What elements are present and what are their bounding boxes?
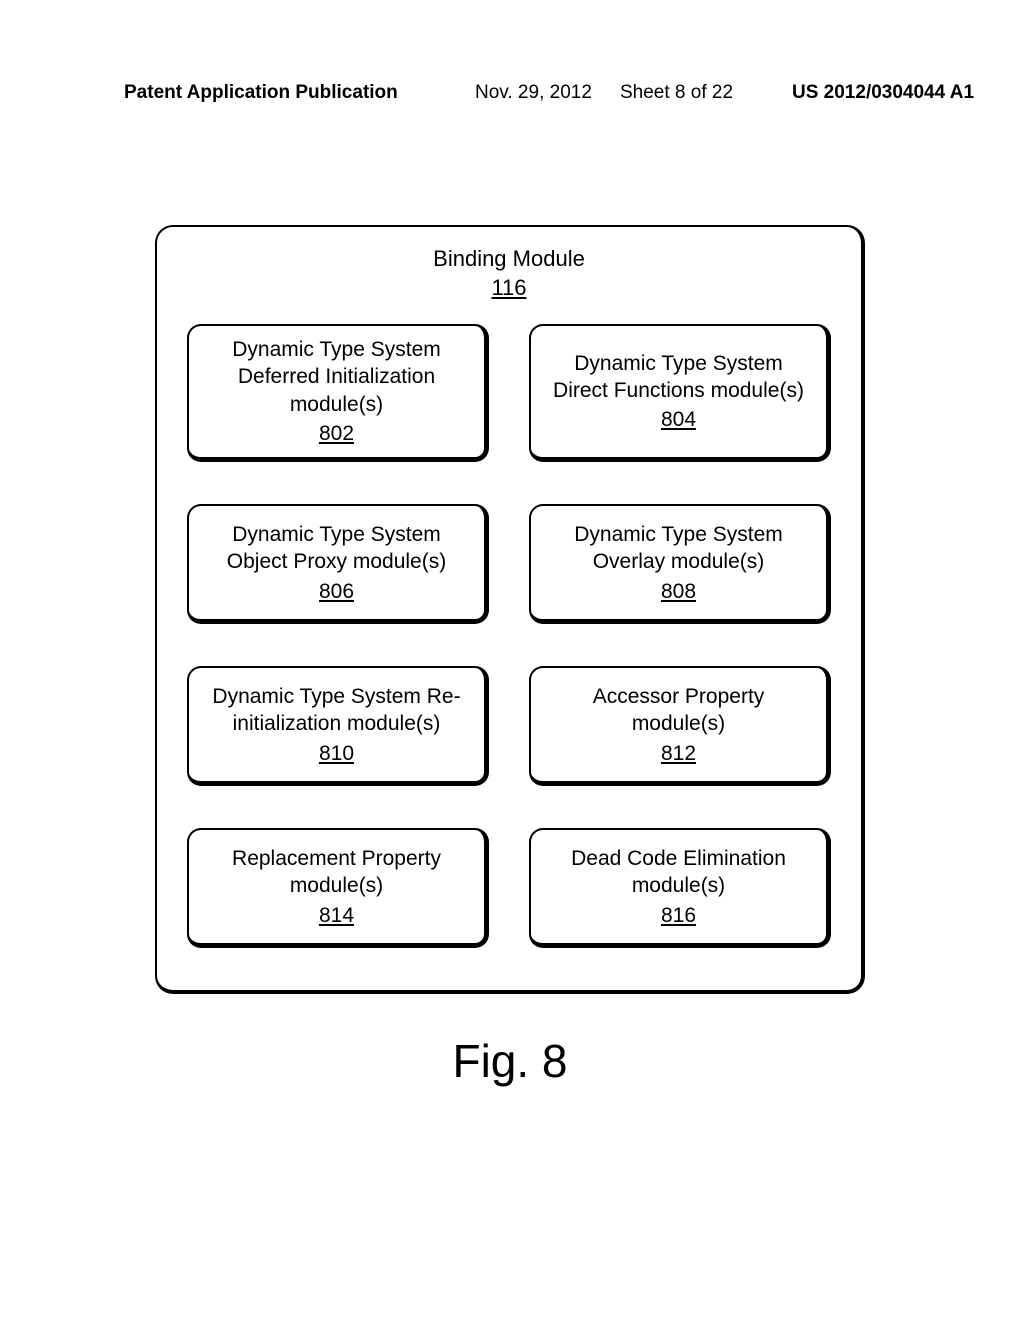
module-ref: 802 [199, 420, 474, 447]
module-804: Dynamic Type System Direct Functions mod… [529, 324, 831, 462]
module-ref: 814 [199, 902, 474, 929]
module-816: Dead Code Elimination module(s) 816 [529, 828, 831, 948]
binding-module-box: Binding Module 116 Dynamic Type System D… [155, 225, 865, 994]
module-line: Dynamic Type System [541, 350, 816, 377]
page: Patent Application Publication Nov. 29, … [0, 0, 1024, 1320]
module-line: Dead Code Elimination [541, 845, 816, 872]
module-ref: 808 [541, 578, 816, 605]
module-line: Object Proxy module(s) [199, 548, 474, 575]
module-ref: 816 [541, 902, 816, 929]
binding-module-title-text: Binding Module [187, 245, 831, 274]
module-line: Deferred Initialization [199, 363, 474, 390]
diagram-area: Binding Module 116 Dynamic Type System D… [155, 225, 865, 1088]
module-line: Direct Functions module(s) [541, 377, 816, 404]
module-802: Dynamic Type System Deferred Initializat… [187, 324, 489, 462]
module-line: module(s) [199, 391, 474, 418]
header-left: Patent Application Publication [124, 82, 398, 104]
module-line: Dynamic Type System [199, 336, 474, 363]
header-date: Nov. 29, 2012 [475, 82, 592, 104]
figure-label: Fig. 8 [155, 1034, 865, 1088]
module-810: Dynamic Type System Re- initialization m… [187, 666, 489, 786]
module-ref: 804 [541, 406, 816, 433]
module-line: module(s) [199, 872, 474, 899]
module-grid: Dynamic Type System Deferred Initializat… [187, 324, 831, 948]
module-line: Replacement Property [199, 845, 474, 872]
module-ref: 806 [199, 578, 474, 605]
module-806: Dynamic Type System Object Proxy module(… [187, 504, 489, 624]
header-pubno: US 2012/0304044 A1 [792, 82, 974, 104]
module-line: Accessor Property [541, 683, 816, 710]
module-line: Dynamic Type System Re- [199, 683, 474, 710]
module-line: Dynamic Type System [541, 521, 816, 548]
binding-module-ref: 116 [187, 274, 831, 303]
module-812: Accessor Property module(s) 812 [529, 666, 831, 786]
module-808: Dynamic Type System Overlay module(s) 80… [529, 504, 831, 624]
header-sheet: Sheet 8 of 22 [620, 82, 733, 104]
module-ref: 812 [541, 740, 816, 767]
module-814: Replacement Property module(s) 814 [187, 828, 489, 948]
module-line: module(s) [541, 710, 816, 737]
module-line: Overlay module(s) [541, 548, 816, 575]
module-line: module(s) [541, 872, 816, 899]
module-ref: 810 [199, 740, 474, 767]
module-line: Dynamic Type System [199, 521, 474, 548]
module-line: initialization module(s) [199, 710, 474, 737]
binding-module-title: Binding Module 116 [187, 245, 831, 302]
